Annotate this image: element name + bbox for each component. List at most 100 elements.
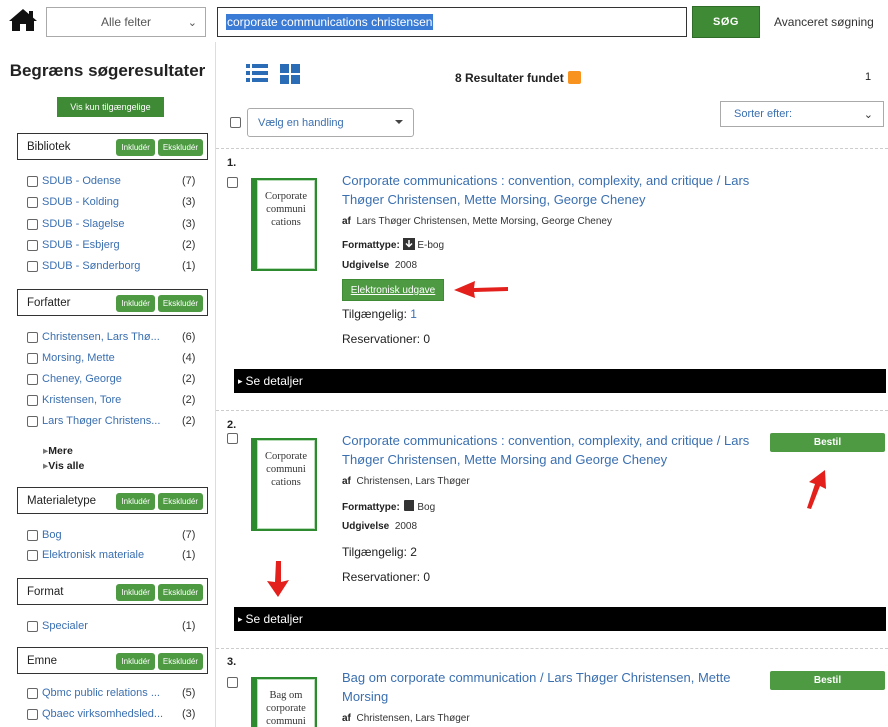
facet-item-count: (1) xyxy=(182,549,196,561)
record-checkbox[interactable] xyxy=(227,677,238,688)
select-all-checkbox[interactable] xyxy=(230,117,241,128)
facet-item-label: Kristensen, Tore xyxy=(42,394,122,406)
facet-header-forfatter: Forfatter Inkludér Ekskludér xyxy=(17,289,208,316)
checkbox[interactable] xyxy=(27,394,38,406)
include-button[interactable]: Inkludér xyxy=(116,139,155,156)
include-button[interactable]: Inkludér xyxy=(116,493,155,510)
facet-item-label: Specialer xyxy=(42,620,88,632)
record-published: Udgivelse 2008 xyxy=(342,521,417,532)
facet-item-label: Qbmc public relations ... xyxy=(42,687,160,699)
authors-text: Christensen, Lars Thøger xyxy=(356,713,470,724)
facet-item[interactable]: SDUB - Esbjerg (2) xyxy=(27,237,197,253)
checkbox[interactable] xyxy=(27,687,38,699)
record-checkbox[interactable] xyxy=(227,433,238,444)
search-field-select[interactable]: Alle felter ⌄ xyxy=(46,7,206,37)
record-title-link[interactable]: Corporate communications : convention, c… xyxy=(342,171,762,209)
facet-item[interactable]: SDUB - Sønderborg (1) xyxy=(27,258,197,274)
checkbox[interactable] xyxy=(27,239,38,251)
exclude-button[interactable]: Ekskludér xyxy=(157,493,203,510)
book-cover[interactable]: Corporate communi cations xyxy=(251,178,317,271)
electronic-edition-button[interactable]: Elektronisk udgave xyxy=(342,279,444,301)
published-label: Udgivelse xyxy=(342,260,390,271)
by-label: af xyxy=(342,713,351,724)
facet-item[interactable]: SDUB - Slagelse (3) xyxy=(27,216,197,232)
record-reservations: Reservationer: 0 xyxy=(342,332,430,346)
facet-item-label: SDUB - Esbjerg xyxy=(42,239,120,251)
checkbox[interactable] xyxy=(27,529,38,541)
exclude-button[interactable]: Ekskludér xyxy=(157,584,203,601)
book-cover[interactable]: Bag om corporate communi xyxy=(251,677,317,727)
record-divider xyxy=(216,648,888,649)
checkbox[interactable] xyxy=(27,549,38,561)
exclude-button[interactable]: Ekskludér xyxy=(157,653,203,670)
facet-item-label: Bog xyxy=(42,529,62,541)
checkbox[interactable] xyxy=(27,373,38,385)
record-title-link[interactable]: Bag om corporate communication / Lars Th… xyxy=(342,668,752,706)
rss-icon[interactable] xyxy=(567,71,581,84)
facet-header-emne: Emne Inkludér Ekskludér xyxy=(17,647,208,674)
record-authors: af Christensen, Lars Thøger xyxy=(342,713,470,724)
record-checkbox[interactable] xyxy=(227,177,238,188)
list-view-icon[interactable] xyxy=(246,64,268,82)
facet-item[interactable]: Elektronisk materiale (1) xyxy=(27,547,197,563)
facet-item-count: (7) xyxy=(182,529,196,541)
record-authors: af Lars Thøger Christensen, Mette Morsin… xyxy=(342,216,612,227)
book-cover[interactable]: Corporate communi cations xyxy=(251,438,317,531)
checkbox[interactable] xyxy=(27,708,38,720)
checkbox[interactable] xyxy=(27,175,38,187)
available-value[interactable]: 1 xyxy=(410,307,417,321)
facet-item[interactable]: Bog (7) xyxy=(27,527,197,543)
advanced-search-link[interactable]: Avanceret søgning xyxy=(774,15,874,29)
home-icon[interactable] xyxy=(8,8,38,32)
details-toggle[interactable]: Se detaljer xyxy=(234,607,886,631)
record-title-link[interactable]: Corporate communications : convention, c… xyxy=(342,431,762,469)
facet-item[interactable]: Lars Thøger Christens... (2) xyxy=(27,413,197,429)
checkbox[interactable] xyxy=(27,620,38,632)
facet-item[interactable]: SDUB - Odense (7) xyxy=(27,173,197,189)
exclude-button[interactable]: Ekskludér xyxy=(157,139,203,156)
results-count: 8 Resultater fundet xyxy=(455,71,581,85)
order-button[interactable]: Bestil xyxy=(770,433,885,452)
search-button[interactable]: SØG xyxy=(692,6,760,38)
exclude-button[interactable]: Ekskludér xyxy=(157,295,203,312)
include-button[interactable]: Inkludér xyxy=(116,584,155,601)
checkbox[interactable] xyxy=(27,352,38,364)
facet-item[interactable]: SDUB - Kolding (3) xyxy=(27,194,197,210)
more-link[interactable]: Mere xyxy=(43,445,73,457)
reservations-value: 0 xyxy=(423,332,431,346)
record-available: Tilgængelig: 1 xyxy=(342,307,417,321)
facet-item[interactable]: Christensen, Lars Thø... (6) xyxy=(27,329,197,345)
facet-item-count: (5) xyxy=(182,687,196,699)
top-bar: Alle felter ⌄ corporate communications c… xyxy=(0,0,888,42)
by-label: af xyxy=(342,216,351,227)
grid-view-icon[interactable] xyxy=(280,64,300,84)
checkbox[interactable] xyxy=(27,331,38,343)
include-button[interactable]: Inkludér xyxy=(116,295,155,312)
facet-item-count: (1) xyxy=(182,260,196,272)
record-format: Formattype: E-bog xyxy=(342,238,444,251)
include-button[interactable]: Inkludér xyxy=(116,653,155,670)
checkbox[interactable] xyxy=(27,218,38,230)
facet-item[interactable]: Morsing, Mette (4) xyxy=(27,350,197,366)
facet-title: Emne xyxy=(27,654,58,667)
annotation-arrow-icon xyxy=(267,561,289,597)
search-input[interactable]: corporate communications christensen xyxy=(217,7,687,37)
download-icon xyxy=(402,238,415,250)
facet-item[interactable]: Kristensen, Tore (2) xyxy=(27,392,197,408)
facet-item[interactable]: Qbaec virksomhedsled... (3) xyxy=(27,706,197,722)
available-only-button[interactable]: Vis kun tilgængelige xyxy=(57,97,164,117)
checkbox[interactable] xyxy=(27,415,38,427)
show-all-link[interactable]: Vis alle xyxy=(43,460,84,472)
facet-item-label: Qbaec virksomhedsled... xyxy=(42,708,164,720)
sort-select[interactable]: Sorter efter: ⌄ xyxy=(720,101,884,127)
facet-item[interactable]: Qbmc public relations ... (5) xyxy=(27,685,197,701)
order-button[interactable]: Bestil xyxy=(770,671,885,690)
record-divider xyxy=(216,148,888,149)
facet-item[interactable]: Cheney, George (2) xyxy=(27,371,197,387)
checkbox[interactable] xyxy=(27,260,38,272)
facet-item[interactable]: Specialer (1) xyxy=(27,618,197,634)
action-select[interactable]: Vælg en handling xyxy=(247,108,414,137)
details-toggle[interactable]: Se detaljer xyxy=(234,369,886,393)
annotation-arrow-icon xyxy=(454,281,508,298)
checkbox[interactable] xyxy=(27,196,38,208)
